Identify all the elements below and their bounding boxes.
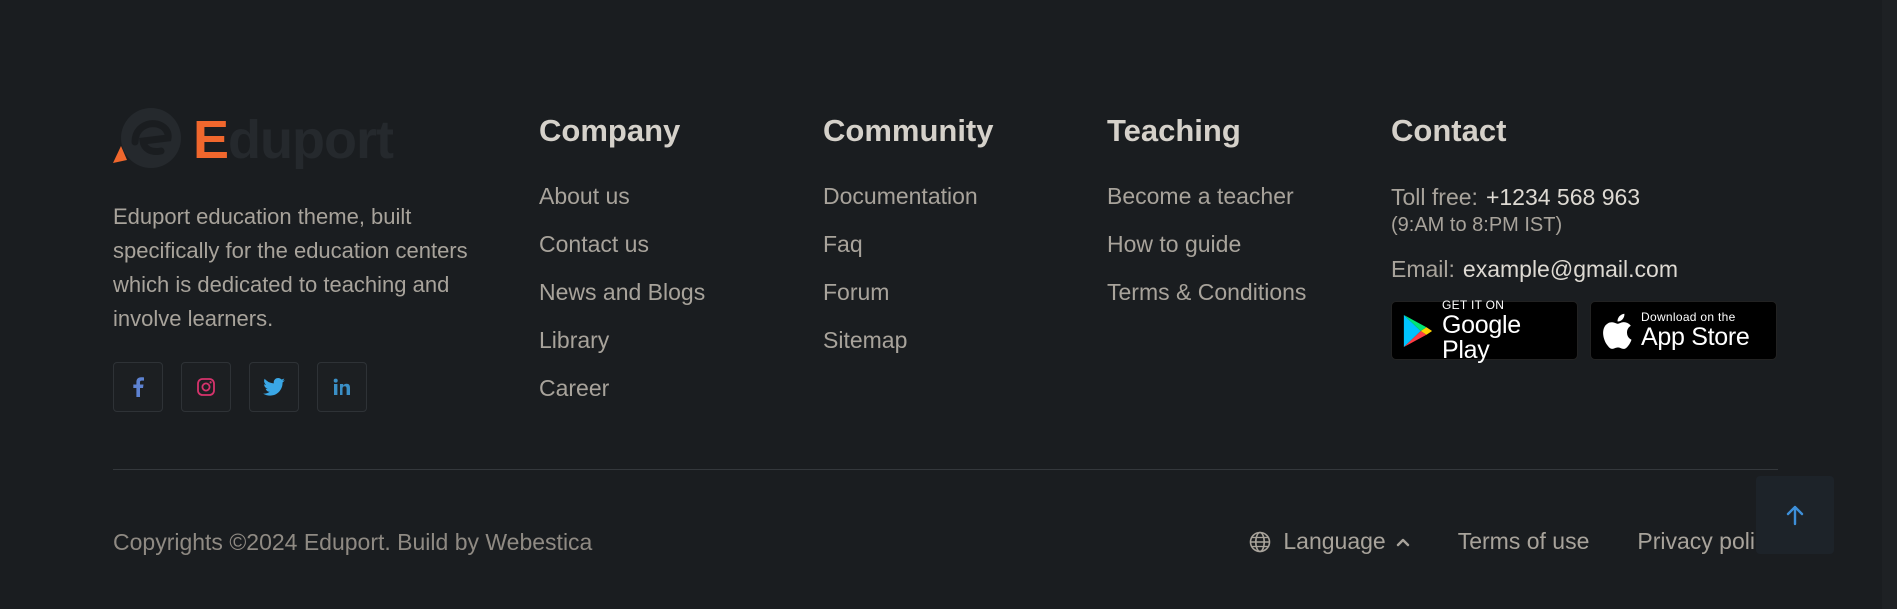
back-to-top-button[interactable] bbox=[1756, 476, 1834, 554]
contact-heading: Contact bbox=[1391, 113, 1507, 148]
app-store-button[interactable]: Download on the App Store bbox=[1590, 301, 1777, 360]
list-item: Become a teacher bbox=[1107, 183, 1306, 209]
twitter-button[interactable] bbox=[249, 362, 299, 412]
link-library[interactable]: Library bbox=[539, 327, 609, 353]
list-item: Sitemap bbox=[823, 327, 994, 353]
chevron-up-icon bbox=[1396, 538, 1409, 546]
copyright-text: Copyrights ©2024 Eduport. Build by Webes… bbox=[113, 529, 593, 555]
twitter-icon bbox=[263, 378, 285, 396]
contact-column: Contact Toll free: +1234 568 963 (9:AM to… bbox=[1391, 113, 1777, 364]
company-column: Company About us Contact us News and Blo… bbox=[539, 113, 705, 423]
list-item: About us bbox=[539, 183, 705, 209]
logo-letter: E bbox=[193, 110, 229, 170]
list-item: How to guide bbox=[1107, 231, 1306, 257]
company-heading: Company bbox=[539, 113, 681, 148]
footer: Eduport Eduport education theme, built s… bbox=[113, 0, 1778, 609]
community-column: Community Documentation Faq Forum Sitema… bbox=[823, 113, 994, 375]
facebook-icon bbox=[133, 377, 144, 397]
scrollbar-track[interactable] bbox=[1882, 0, 1897, 609]
footer-divider bbox=[113, 469, 1778, 470]
linkedin-icon bbox=[333, 378, 350, 395]
teaching-column: Teaching Become a teacher How to guide T… bbox=[1107, 113, 1306, 327]
google-play-icon bbox=[1403, 314, 1433, 347]
google-play-label: Google Play bbox=[1441, 310, 1521, 364]
brand-description: Eduport education theme, built specifica… bbox=[113, 204, 468, 331]
link-how-to-guide[interactable]: How to guide bbox=[1107, 231, 1241, 257]
link-career[interactable]: Career bbox=[539, 375, 609, 401]
link-contact-us[interactable]: Contact us bbox=[539, 231, 649, 257]
link-forum[interactable]: Forum bbox=[823, 279, 889, 305]
toll-free-number[interactable]: +1234 568 963 bbox=[1486, 184, 1640, 210]
instagram-button[interactable] bbox=[181, 362, 231, 412]
link-faq[interactable]: Faq bbox=[823, 231, 863, 257]
email-label: Email: bbox=[1391, 256, 1455, 282]
toll-free-line: Toll free: +1234 568 963 bbox=[1391, 183, 1777, 211]
language-label: Language bbox=[1283, 528, 1386, 554]
google-play-small: GET IT ON bbox=[1441, 297, 1505, 312]
contact-hours: (9:AM to 8:PM IST) bbox=[1391, 214, 1563, 236]
logo-icon bbox=[113, 108, 181, 172]
email-address[interactable]: example@gmail.com bbox=[1463, 256, 1678, 282]
list-item: Documentation bbox=[823, 183, 994, 209]
terms-of-use-link[interactable]: Terms of use bbox=[1458, 528, 1590, 555]
footer-brand: Eduport Eduport education theme, built s… bbox=[113, 108, 513, 412]
instagram-icon bbox=[197, 378, 215, 396]
logo[interactable]: Eduport bbox=[113, 108, 513, 172]
social-links bbox=[113, 362, 513, 412]
list-item: Terms & Conditions bbox=[1107, 279, 1306, 305]
apple-icon bbox=[1603, 313, 1632, 349]
teaching-heading: Teaching bbox=[1107, 113, 1241, 148]
bottom-links: Language Terms of use Privacy policy bbox=[1249, 528, 1778, 555]
logo-text: Eduport bbox=[193, 110, 394, 170]
toll-free-label: Toll free: bbox=[1391, 184, 1478, 210]
app-store-small: Download on the bbox=[1641, 310, 1736, 324]
link-about-us[interactable]: About us bbox=[539, 183, 630, 209]
app-store-badges: GET IT ON Google Play Download on the Ap… bbox=[1391, 297, 1777, 364]
link-become-teacher[interactable]: Become a teacher bbox=[1107, 183, 1294, 209]
list-item: Library bbox=[539, 327, 705, 353]
link-terms-conditions[interactable]: Terms & Conditions bbox=[1107, 279, 1306, 305]
google-play-button[interactable]: GET IT ON Google Play bbox=[1391, 297, 1578, 364]
list-item: Forum bbox=[823, 279, 994, 305]
facebook-button[interactable] bbox=[113, 362, 163, 412]
link-news-blogs[interactable]: News and Blogs bbox=[539, 279, 705, 305]
link-documentation[interactable]: Documentation bbox=[823, 183, 978, 209]
globe-icon bbox=[1250, 531, 1271, 552]
list-item: Career bbox=[539, 375, 705, 401]
list-item: Contact us bbox=[539, 231, 705, 257]
list-item: News and Blogs bbox=[539, 279, 705, 305]
logo-rest: duport bbox=[228, 110, 394, 170]
community-heading: Community bbox=[823, 113, 994, 148]
linkedin-button[interactable] bbox=[317, 362, 367, 412]
list-item: Faq bbox=[823, 231, 994, 257]
email-line: Email: example@gmail.com bbox=[1391, 255, 1777, 283]
language-dropdown[interactable]: Language bbox=[1249, 528, 1409, 555]
app-store-label: App Store bbox=[1641, 323, 1750, 351]
link-sitemap[interactable]: Sitemap bbox=[823, 327, 907, 353]
arrow-up-icon bbox=[1786, 505, 1804, 526]
